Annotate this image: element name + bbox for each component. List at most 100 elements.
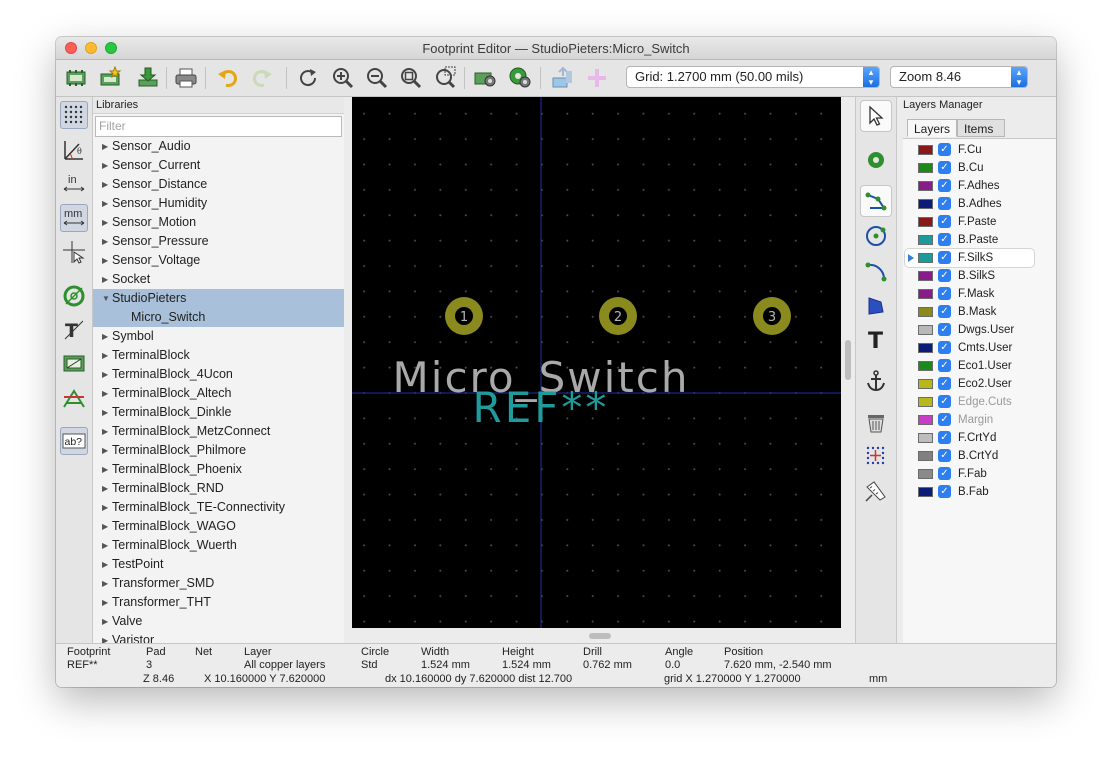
add-text-icon[interactable]: T <box>860 323 892 355</box>
layer-visibility-checkbox[interactable]: ✓ <box>938 485 951 498</box>
layer-visibility-checkbox[interactable]: ✓ <box>938 143 951 156</box>
layer-row[interactable]: ✓ F.CrtYd <box>905 429 1032 447</box>
library-filter-input[interactable]: Filter <box>95 116 342 137</box>
collapsed-arrow-icon[interactable]: ▶ <box>102 498 108 517</box>
layer-color-swatch[interactable] <box>918 253 933 263</box>
library-tree-item[interactable]: ▶ Sensor_Current <box>93 156 344 175</box>
collapsed-arrow-icon[interactable]: ▶ <box>102 346 108 365</box>
add-line-icon[interactable] <box>860 185 892 217</box>
add-pad-icon[interactable] <box>860 144 892 176</box>
add-circle-icon[interactable] <box>860 220 892 252</box>
layer-visibility-checkbox[interactable]: ✓ <box>938 431 951 444</box>
select-arrow-icon[interactable] <box>860 100 892 132</box>
layer-color-swatch[interactable] <box>918 415 933 425</box>
layer-color-swatch[interactable] <box>918 217 933 227</box>
layer-row[interactable]: ✓ Margin <box>905 411 1032 429</box>
layer-visibility-checkbox[interactable]: ✓ <box>938 197 951 210</box>
pad-sketch-icon[interactable] <box>60 282 88 310</box>
vertical-scroll-thumb[interactable] <box>845 340 851 380</box>
layer-color-swatch[interactable] <box>918 361 933 371</box>
layer-visibility-checkbox[interactable]: ✓ <box>938 269 951 282</box>
library-tree-item[interactable]: ▶ Sensor_Voltage <box>93 251 344 270</box>
layer-row[interactable]: ✓ B.Paste <box>905 231 1032 249</box>
layer-color-swatch[interactable] <box>918 163 933 173</box>
layer-row[interactable]: ✓ B.Fab <box>905 483 1032 501</box>
collapsed-arrow-icon[interactable]: ▶ <box>102 384 108 403</box>
horizontal-scroll-thumb[interactable] <box>589 633 611 639</box>
polar-coords-icon[interactable]: θ <box>60 136 88 164</box>
zoom-select[interactable]: Zoom 8.46 ▴ ▾ <box>890 66 1028 88</box>
layer-row[interactable]: ✓ Cmts.User <box>905 339 1032 357</box>
layer-color-swatch[interactable] <box>918 307 933 317</box>
undo-icon[interactable] <box>214 64 242 92</box>
layer-color-swatch[interactable] <box>918 343 933 353</box>
collapsed-arrow-icon[interactable]: ▶ <box>102 270 108 289</box>
layer-color-swatch[interactable] <box>918 181 933 191</box>
mm-units-icon[interactable]: mm <box>60 204 88 232</box>
library-tree-item[interactable]: ▶ TerminalBlock_4Ucon <box>93 365 344 384</box>
collapsed-arrow-icon[interactable]: ▶ <box>102 137 108 156</box>
redraw-icon[interactable] <box>294 64 322 92</box>
library-tree-item[interactable]: ▶ TerminalBlock_Wuerth <box>93 536 344 555</box>
pad-settings-icon[interactable] <box>506 64 534 92</box>
collapsed-arrow-icon[interactable]: ▶ <box>102 536 108 555</box>
layer-color-swatch[interactable] <box>918 397 933 407</box>
layer-visibility-checkbox[interactable]: ✓ <box>938 287 951 300</box>
measure-icon[interactable] <box>860 475 892 507</box>
redo-icon[interactable] <box>248 64 276 92</box>
add-arc-icon[interactable] <box>860 255 892 287</box>
library-tree-item[interactable]: ▶ Sensor_Motion <box>93 213 344 232</box>
collapsed-arrow-icon[interactable]: ▶ <box>102 403 108 422</box>
load-footprint-icon[interactable] <box>134 64 162 92</box>
layer-color-swatch[interactable] <box>918 379 933 389</box>
text-sketch-icon[interactable]: T <box>60 316 88 344</box>
pad-1[interactable]: 1 <box>445 297 483 335</box>
footprint-properties-icon[interactable] <box>471 64 499 92</box>
collapsed-arrow-icon[interactable]: ▶ <box>102 365 108 384</box>
new-footprint-icon[interactable] <box>62 64 90 92</box>
grid-icon[interactable] <box>60 101 88 129</box>
layer-row[interactable]: ✓ Edge.Cuts <box>905 393 1032 411</box>
library-tree-item[interactable]: ▶ Symbol <box>93 327 344 346</box>
collapsed-arrow-icon[interactable]: ▶ <box>102 251 108 270</box>
layer-color-swatch[interactable] <box>918 325 933 335</box>
print-icon[interactable] <box>172 64 200 92</box>
layer-row[interactable]: ✓ B.Mask <box>905 303 1032 321</box>
vertical-scrollbar[interactable] <box>842 97 854 628</box>
insert-footprint-icon[interactable] <box>549 64 577 92</box>
check-footprint-icon[interactable] <box>583 64 611 92</box>
library-tree-item[interactable]: ▶ Sensor_Pressure <box>93 232 344 251</box>
collapsed-arrow-icon[interactable]: ▶ <box>102 327 108 346</box>
zoom-out-icon[interactable] <box>363 64 391 92</box>
layer-row[interactable]: ✓ Eco1.User <box>905 357 1032 375</box>
library-tree-item[interactable]: ▶ Sensor_Audio <box>93 137 344 156</box>
horizontal-scrollbar[interactable] <box>352 630 841 642</box>
collapsed-arrow-icon[interactable]: ▶ <box>102 213 108 232</box>
zoom-in-icon[interactable] <box>329 64 357 92</box>
layer-row[interactable]: ✓ B.Cu <box>905 159 1032 177</box>
layer-color-swatch[interactable] <box>918 451 933 461</box>
layer-row[interactable]: ✓ F.SilkS <box>905 249 1034 267</box>
footprint-canvas[interactable]: 1 2 3 Micro_Switch REF** <box>352 97 841 628</box>
collapsed-arrow-icon[interactable]: ▶ <box>102 232 108 251</box>
layer-row[interactable]: ✓ B.CrtYd <box>905 447 1032 465</box>
tab-layers[interactable]: Layers <box>907 119 957 137</box>
cursor-crosshair-icon[interactable] <box>60 238 88 266</box>
layer-row[interactable]: ✓ F.Adhes <box>905 177 1032 195</box>
collapsed-arrow-icon[interactable]: ▶ <box>102 441 108 460</box>
zoom-selection-icon[interactable] <box>431 64 459 92</box>
library-tree-item[interactable]: ▼ StudioPieters <box>93 289 344 308</box>
delete-icon[interactable] <box>860 407 892 439</box>
collapsed-arrow-icon[interactable]: ▶ <box>102 555 108 574</box>
layer-visibility-checkbox[interactable]: ✓ <box>938 467 951 480</box>
layer-color-swatch[interactable] <box>918 433 933 443</box>
layer-visibility-checkbox[interactable]: ✓ <box>938 449 951 462</box>
library-tree-item[interactable]: ▶ Transformer_THT <box>93 593 344 612</box>
library-tree-item[interactable]: ▶ Transformer_SMD <box>93 574 344 593</box>
library-tree-item[interactable]: ▶ TerminalBlock_RND <box>93 479 344 498</box>
library-tree-item[interactable]: ▶ TerminalBlock_Philmore <box>93 441 344 460</box>
layer-color-swatch[interactable] <box>918 235 933 245</box>
layer-color-swatch[interactable] <box>918 145 933 155</box>
layer-visibility-checkbox[interactable]: ✓ <box>938 233 951 246</box>
library-tree-item[interactable]: ▶ TestPoint <box>93 555 344 574</box>
